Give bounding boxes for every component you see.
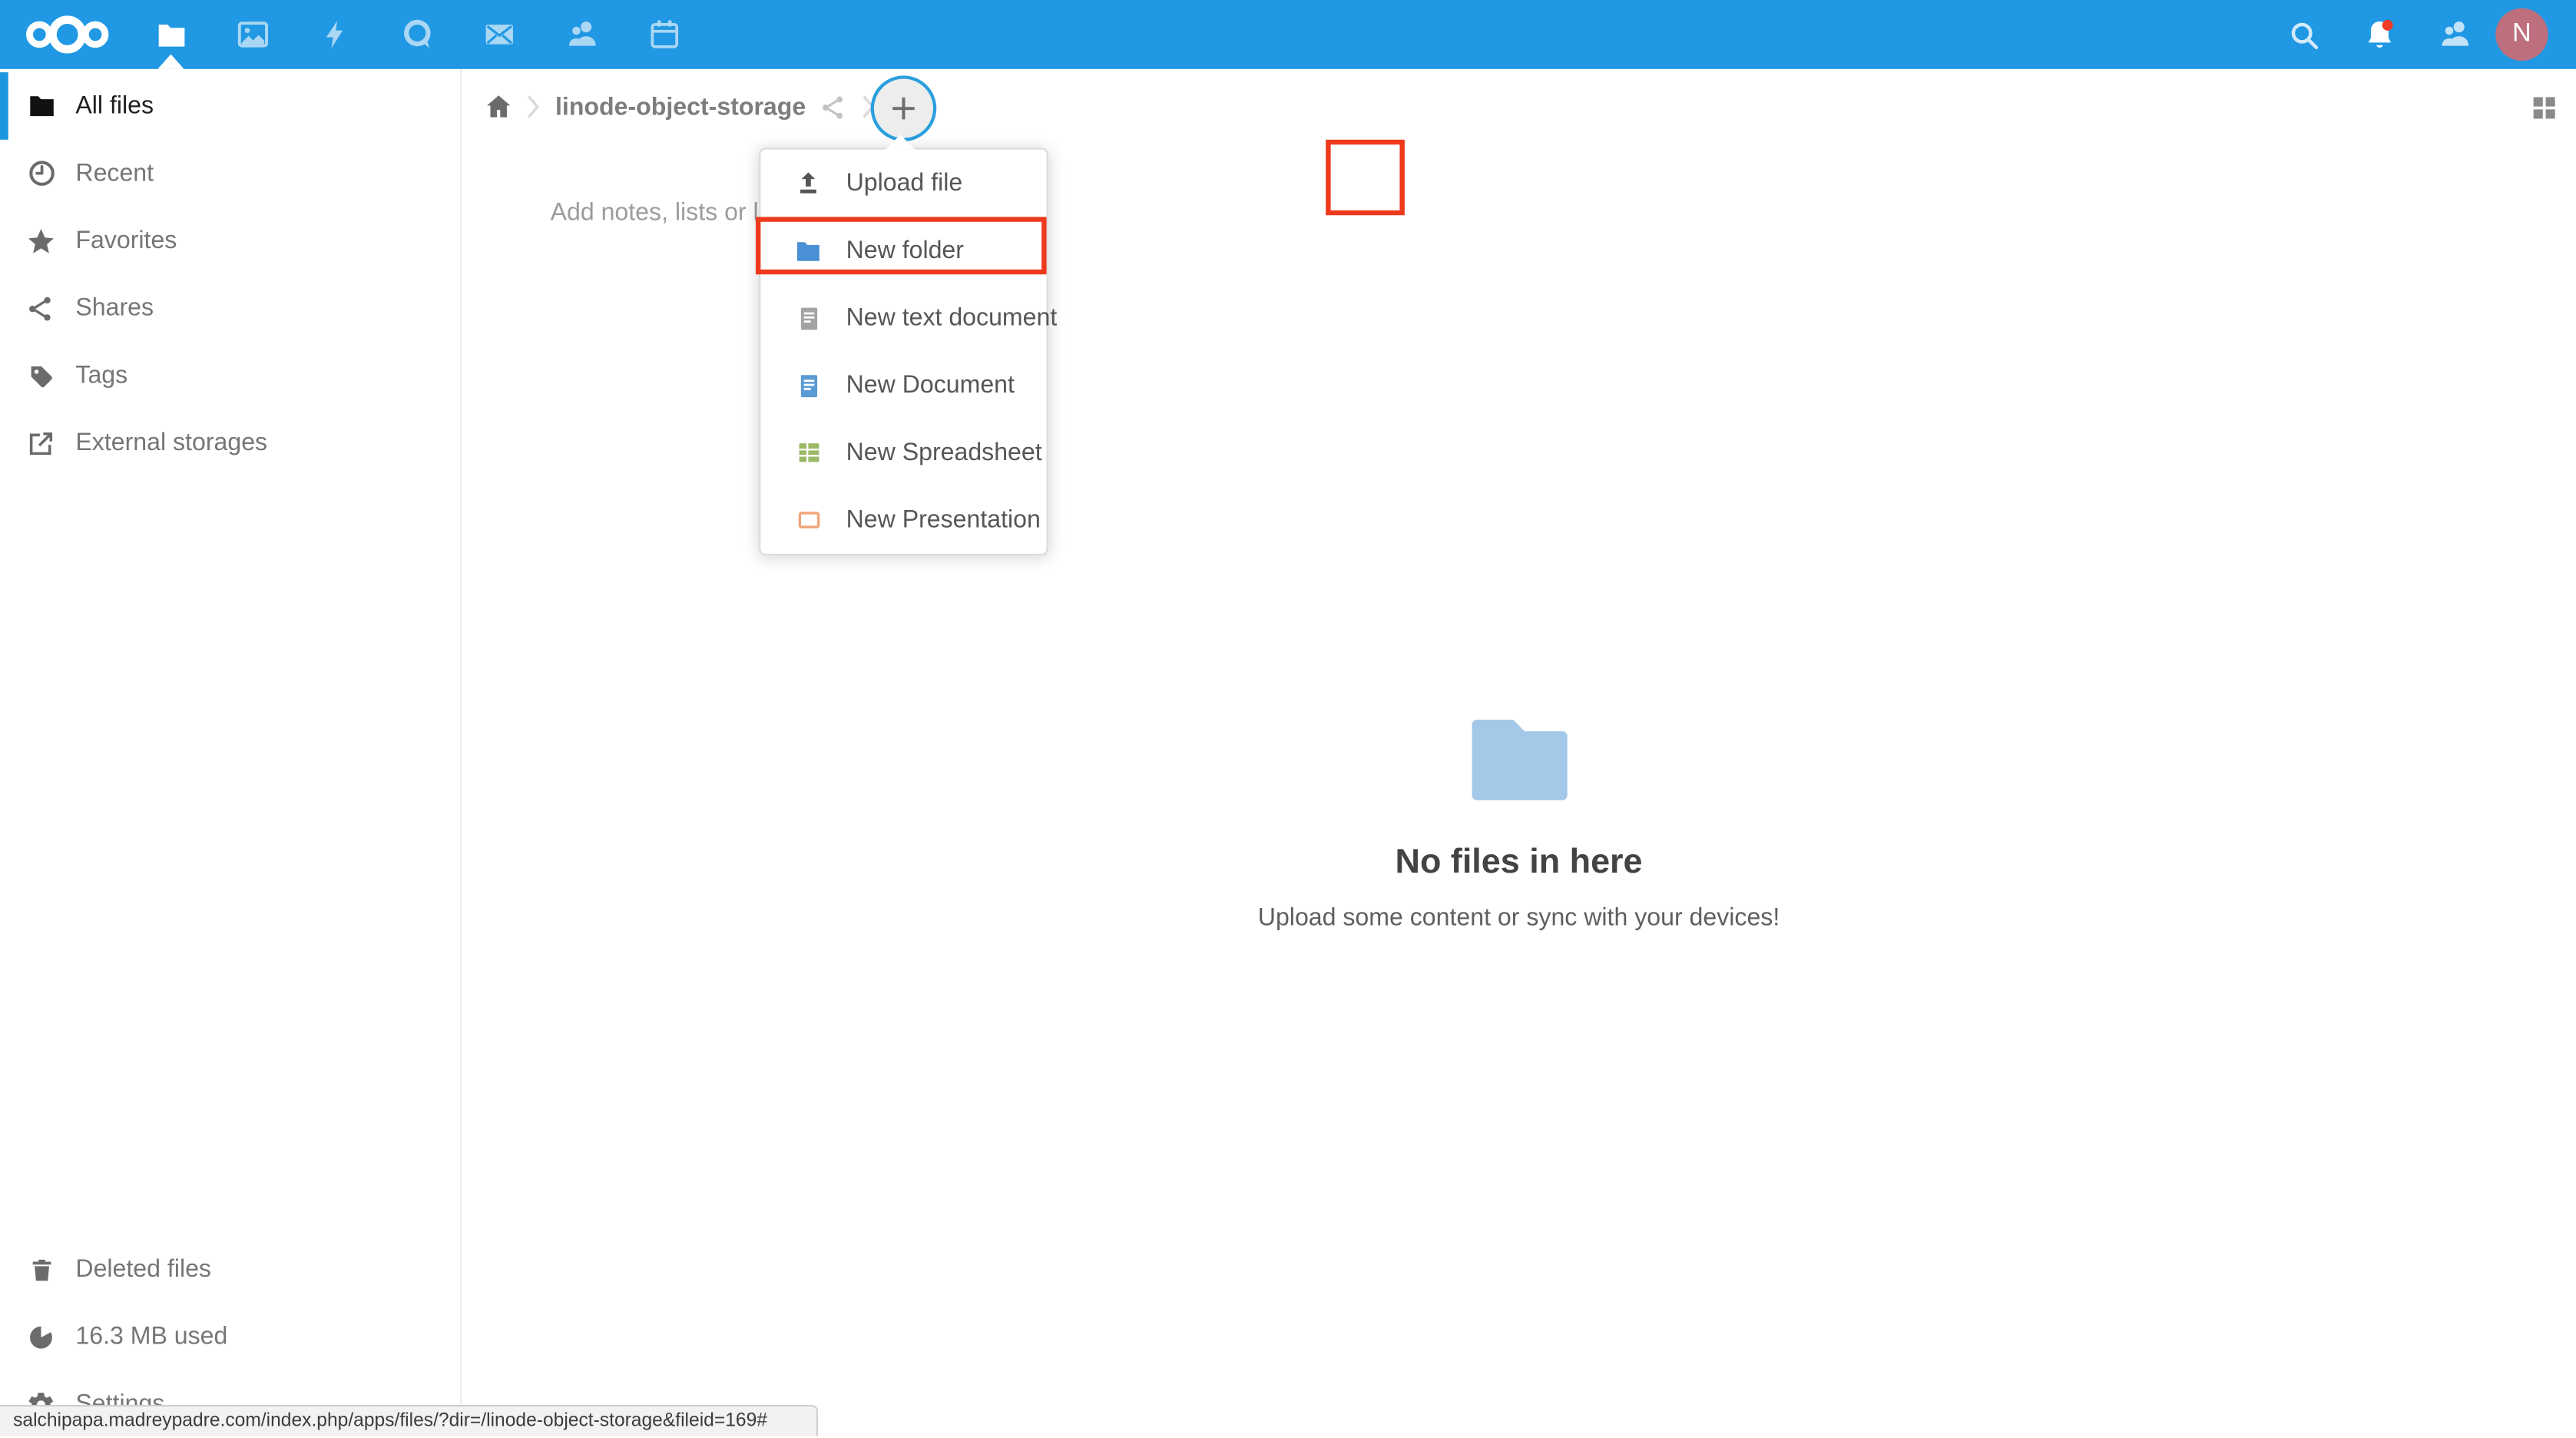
top-bar-right: N <box>2266 0 2576 69</box>
empty-folder-icon <box>1468 718 1570 800</box>
talk-icon <box>399 16 435 52</box>
avatar[interactable]: N <box>2495 8 2548 61</box>
document-icon <box>792 369 825 402</box>
sidebar-item-external-storages[interactable]: External storages <box>0 409 460 477</box>
grid-view-toggle-icon[interactable] <box>2527 91 2560 124</box>
sidebar-item-recent[interactable]: Recent <box>0 140 460 207</box>
contacts-menu-icon[interactable] <box>2417 0 2492 69</box>
sidebar-item-shares[interactable]: Shares <box>0 274 460 342</box>
presentation-icon <box>792 504 825 537</box>
nextcloud-files-app: N All files Recent <box>0 0 2576 1436</box>
share-icon <box>23 290 59 326</box>
chevron-right-icon <box>524 92 542 122</box>
menu-item-upload-file[interactable]: Upload file <box>760 150 1046 217</box>
app-talk-button[interactable] <box>376 0 459 69</box>
sidebar-item-deleted-files[interactable]: Deleted files <box>0 1236 460 1304</box>
text-document-icon <box>792 302 825 335</box>
new-folder-icon <box>792 234 825 267</box>
app-mail-button[interactable] <box>459 0 541 69</box>
app-navigation <box>130 0 705 69</box>
breadcrumb-folder-name[interactable]: linode-object-storage <box>555 93 806 121</box>
empty-state: No files in here Upload some content or … <box>462 718 2576 932</box>
annotation-box-plus <box>1326 140 1405 215</box>
app-contacts-button[interactable] <box>541 0 623 69</box>
plus-icon <box>887 92 920 125</box>
share-icon[interactable] <box>816 89 852 125</box>
upload-icon <box>792 167 825 200</box>
sidebar-item-tags[interactable]: Tags <box>0 342 460 409</box>
files-content: linode-object-storage Add notes, lists o… <box>462 69 2576 1436</box>
workspace-notes-placeholder[interactable]: Add notes, lists or lin <box>551 199 778 227</box>
tag-icon <box>23 357 59 393</box>
search-icon[interactable] <box>2266 0 2341 69</box>
empty-state-title: No files in here <box>462 843 2576 882</box>
external-storage-icon <box>23 425 59 461</box>
menu-item-new-text-document[interactable]: New text document <box>760 284 1046 352</box>
quota-pie-icon <box>23 1319 59 1355</box>
contacts-icon <box>563 16 601 52</box>
sidebar: All files Recent Favorites <box>0 69 462 1436</box>
folder-icon <box>154 17 188 51</box>
empty-state-subtitle: Upload some content or sync with your de… <box>462 903 2576 931</box>
photos-icon <box>235 16 271 52</box>
spreadsheet-icon <box>792 436 825 469</box>
status-url-text: salchipapa.madreypadre.com/index.php/app… <box>13 1411 767 1431</box>
clock-icon <box>23 155 59 191</box>
calendar-icon <box>647 16 681 52</box>
menu-item-new-document[interactable]: New Document <box>760 352 1046 419</box>
active-app-caret <box>157 55 184 69</box>
breadcrumb: linode-object-storage <box>462 69 883 144</box>
activity-icon <box>319 16 352 52</box>
sidebar-item-all-files[interactable]: All files <box>0 72 460 140</box>
sidebar-item-favorites[interactable]: Favorites <box>0 207 460 275</box>
menu-item-new-spreadsheet[interactable]: New Spreadsheet <box>760 419 1046 486</box>
app-activity-button[interactable] <box>294 0 376 69</box>
new-file-menu: Upload file New folder New text document <box>759 148 1048 555</box>
app-photos-button[interactable] <box>212 0 294 69</box>
status-url-tooltip: salchipapa.madreypadre.com/index.php/app… <box>0 1405 818 1436</box>
new-file-plus-button[interactable] <box>871 75 937 141</box>
mail-icon <box>482 16 518 52</box>
nextcloud-logo-icon[interactable] <box>23 12 112 58</box>
menu-caret <box>886 134 916 149</box>
star-icon <box>23 223 59 259</box>
top-bar: N <box>0 0 2576 69</box>
app-calendar-button[interactable] <box>623 0 705 69</box>
folder-icon <box>23 88 59 124</box>
menu-item-new-folder[interactable]: New folder <box>760 217 1046 284</box>
home-icon[interactable] <box>478 87 517 126</box>
menu-item-new-presentation[interactable]: New Presentation <box>760 486 1046 554</box>
sidebar-item-quota[interactable]: 16.3 MB used <box>0 1303 460 1370</box>
trash-icon <box>23 1251 59 1287</box>
notifications-bell-icon[interactable] <box>2341 0 2416 69</box>
